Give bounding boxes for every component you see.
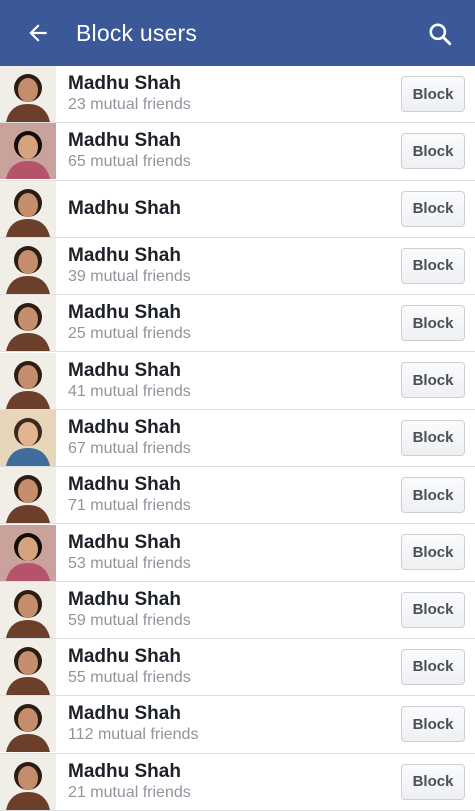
profile-photo (6, 589, 50, 638)
user-row: Madhu Shah 112 mutual friends Block (0, 696, 475, 754)
block-button[interactable]: Block (401, 419, 465, 456)
avatar (0, 295, 56, 352)
profile-photo (6, 188, 50, 237)
profile-photo (6, 131, 50, 180)
page-title: Block users (76, 19, 198, 46)
block-button[interactable]: Block (401, 76, 465, 112)
profile-photo (6, 475, 50, 524)
block-button[interactable]: Block (401, 247, 465, 284)
user-row: Madhu Shah Block (0, 180, 475, 238)
user-row: Madhu Shah 41 mutual friends Block (0, 352, 475, 410)
user-row: Madhu Shah 65 mutual friends Block (0, 123, 475, 181)
profile-photo (6, 647, 50, 696)
profile-photo (6, 761, 50, 810)
arrow-left-icon (29, 24, 47, 42)
block-button[interactable]: Block (401, 190, 465, 227)
profile-photo (6, 74, 50, 123)
profile-photo (6, 704, 50, 753)
avatar (0, 66, 56, 123)
blockable-user-list: Madhu Shah 23 mutual friends Block Madhu… (0, 66, 475, 811)
block-button[interactable]: Block (401, 362, 465, 399)
avatar (0, 352, 56, 409)
avatar (0, 467, 56, 524)
block-button[interactable]: Block (401, 477, 465, 514)
profile-photo (6, 532, 50, 581)
search-icon (429, 23, 452, 46)
avatar (0, 696, 56, 753)
user-row: Madhu Shah 71 mutual friends Block (0, 467, 475, 525)
back-button[interactable] (8, 0, 68, 66)
avatar (0, 639, 56, 696)
user-row: Madhu Shah 21 mutual friends Block (0, 753, 475, 811)
search-button[interactable] (427, 21, 453, 47)
block-button[interactable]: Block (401, 763, 465, 800)
avatar (0, 180, 56, 237)
avatar (0, 238, 56, 295)
profile-photo (6, 246, 50, 295)
avatar (0, 524, 56, 581)
block-button[interactable]: Block (401, 706, 465, 743)
avatar (0, 581, 56, 638)
block-button[interactable]: Block (401, 534, 465, 571)
user-row: Madhu Shah 23 mutual friends Block (0, 66, 475, 124)
block-button[interactable]: Block (401, 305, 465, 342)
user-row: Madhu Shah 55 mutual friends Block (0, 638, 475, 697)
avatar (0, 123, 56, 180)
block-button[interactable]: Block (401, 133, 465, 170)
user-row: Madhu Shah 67 mutual friends Block (0, 409, 475, 468)
profile-photo (6, 417, 50, 466)
block-button[interactable]: Block (401, 591, 465, 628)
block-button[interactable]: Block (401, 648, 465, 685)
user-row: Madhu Shah 53 mutual friends Block (0, 524, 475, 582)
profile-photo (6, 303, 50, 352)
profile-photo (6, 360, 50, 409)
user-row: Madhu Shah 25 mutual friends Block (0, 295, 475, 353)
avatar (0, 753, 56, 810)
app-bar: Block users (0, 0, 475, 66)
user-row: Madhu Shah 59 mutual friends Block (0, 581, 475, 639)
user-row: Madhu Shah 39 mutual friends Block (0, 237, 475, 296)
avatar (0, 409, 56, 466)
